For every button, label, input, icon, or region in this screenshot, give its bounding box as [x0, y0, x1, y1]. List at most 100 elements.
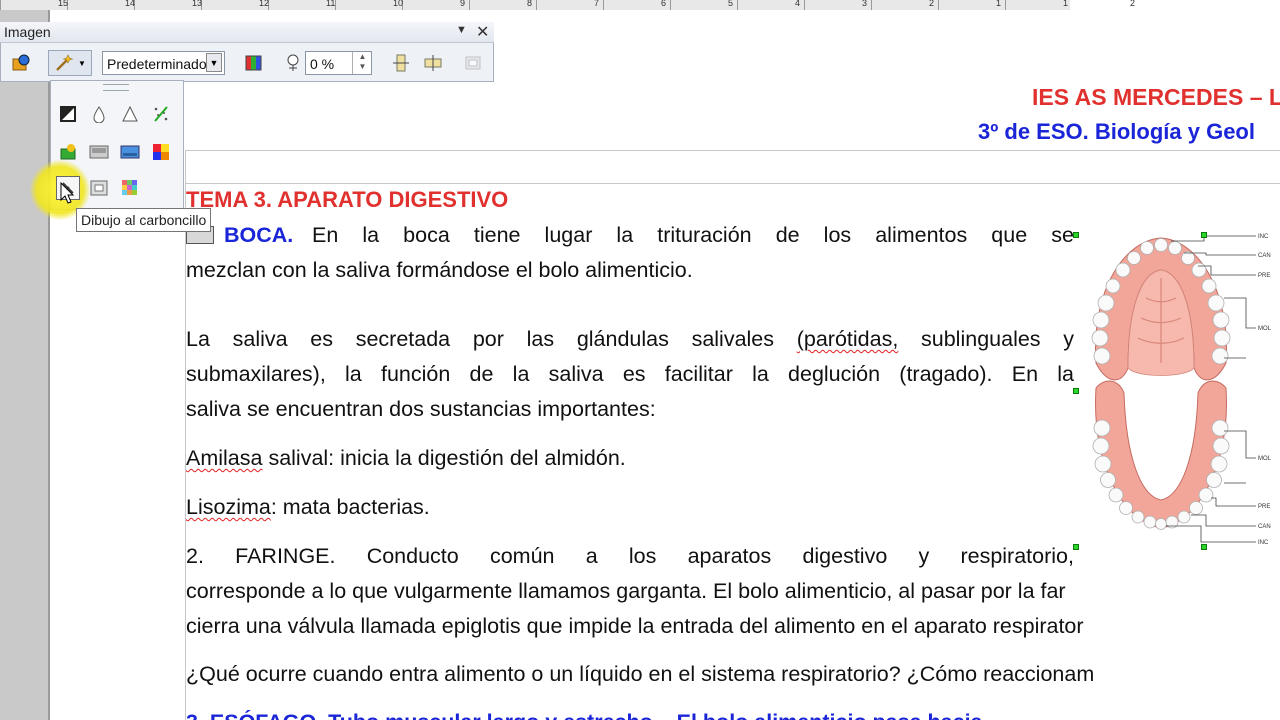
- transparency-icon: [287, 54, 299, 71]
- word: deglución: [788, 362, 881, 386]
- remove-noise-icon: [154, 106, 168, 122]
- word: secretada: [355, 327, 451, 351]
- remove-noise-filter[interactable]: [149, 102, 173, 126]
- pop-art-filter[interactable]: [149, 140, 173, 164]
- mosaic-filter[interactable]: [118, 176, 142, 200]
- lisozima-line[interactable]: Lisozima: mata bacterias.: [186, 495, 430, 519]
- aging-icon: [89, 145, 109, 159]
- image-toolbar-titlebar[interactable]: [0, 22, 494, 43]
- word: se: [1051, 223, 1074, 247]
- filter-button[interactable]: ▼: [48, 50, 92, 76]
- paragraph-faringe-line-1[interactable]: 2. FARINGE. Conducto común a los aparatos diges…: [186, 544, 1074, 568]
- flip-horizontal-button[interactable]: [420, 50, 446, 76]
- word: que: [991, 223, 1028, 247]
- spell-error-amilasa[interactable]: Amilasa: [186, 446, 262, 470]
- figure-label: CAN: [1258, 253, 1271, 259]
- solarization-icon: [60, 144, 76, 160]
- amilasa-line[interactable]: Amilasa salival: inicia la digestión del…: [186, 446, 626, 470]
- sharpen-filter[interactable]: [118, 102, 142, 126]
- word: la: [752, 362, 769, 386]
- filter-icon: [56, 54, 74, 71]
- mouse-pointer-icon: [60, 182, 75, 204]
- figure-label: CAN: [1258, 524, 1271, 530]
- word: la: [616, 223, 634, 247]
- color-button[interactable]: [240, 50, 266, 76]
- word: lugar: [544, 223, 593, 247]
- word: facilitar: [664, 362, 733, 386]
- selection-handle[interactable]: [1073, 544, 1079, 550]
- figure-label: INC: [1258, 234, 1269, 240]
- word: (tragado).: [899, 362, 993, 386]
- filter-tooltip: Dibujo al carboncillo: [76, 208, 212, 232]
- ruler-number: 14: [125, 0, 136, 8]
- word: la: [362, 223, 380, 247]
- text-top-guide: [185, 183, 1280, 184]
- boca-heading[interactable]: BOCA.: [224, 224, 293, 247]
- flip-horizontal-icon: [424, 55, 442, 71]
- crop-button[interactable]: [460, 50, 486, 76]
- ruler-number: 11: [326, 0, 336, 8]
- figure-label: MOL: [1258, 326, 1272, 332]
- question-line[interactable]: ¿Qué ocurre cuando entra alimento o un l…: [186, 663, 1094, 686]
- transparency-spinner[interactable]: ▲ ▼: [352, 52, 372, 74]
- word: la: [345, 362, 362, 386]
- word: saliva: [548, 362, 604, 386]
- ruler-number: 6: [661, 0, 667, 8]
- chevron-down-icon[interactable]: ▼: [206, 53, 222, 72]
- word: función: [380, 362, 451, 386]
- toolbar-options-button[interactable]: ▼: [456, 24, 467, 36]
- ruler-number: 7: [594, 0, 600, 8]
- paragraph-saliva-line-2[interactable]: submaxilares), la función de la saliva es facil…: [186, 362, 1074, 386]
- word: la: [1057, 362, 1074, 386]
- word: Conducto: [366, 544, 459, 568]
- word: (parótidas,: [796, 327, 899, 351]
- image-properties-button[interactable]: [8, 50, 34, 76]
- next-paragraph-clip: 3. ESÓFAGO. Tubo muscular largo y estrec…: [186, 710, 1280, 720]
- posterize-icon: [120, 145, 140, 159]
- ruler-number: 2: [1130, 0, 1136, 8]
- word: respiratorio,: [960, 544, 1074, 568]
- mosaic-icon: [122, 180, 137, 195]
- relief-filter[interactable]: [87, 176, 111, 200]
- selection-handle[interactable]: [1073, 388, 1079, 394]
- dropdown-grip[interactable]: [103, 84, 129, 91]
- paragraph-boca-line-1[interactable]: En la boca tiene lugar la trituración de los alim…: [312, 223, 1074, 247]
- ruler-number: 13: [192, 0, 203, 8]
- flip-vertical-button[interactable]: [388, 50, 414, 76]
- ruler-number: 8: [527, 0, 533, 8]
- invert-filter[interactable]: [56, 102, 80, 126]
- word: de: [469, 362, 494, 386]
- section-heading[interactable]: TEMA 3. APARATO DIGESTIVO: [186, 189, 508, 211]
- selection-handle[interactable]: [1073, 232, 1079, 238]
- word: sublinguales: [921, 327, 1041, 351]
- toolbar-close-button[interactable]: ✕: [476, 22, 489, 42]
- teeth-diagram-image[interactable]: INC CAN PRE MOL MOL PRE CAN INC: [1086, 228, 1280, 558]
- selection-handle[interactable]: [1201, 232, 1207, 238]
- paragraph-saliva-line-1[interactable]: La saliva es secretada por las glándulas saliva…: [186, 327, 1074, 351]
- paragraph-boca-line-2[interactable]: mezclan con la saliva formándose el bolo…: [186, 259, 693, 282]
- ruler-number: 9: [460, 0, 466, 8]
- pop-art-icon: [153, 144, 169, 160]
- word: alimentos: [875, 223, 968, 247]
- paragraph-saliva-line-3[interactable]: saliva se encuentran dos sustancias impo…: [186, 398, 656, 421]
- ruler-number: 3: [862, 0, 868, 8]
- selection-handle[interactable]: [1201, 544, 1207, 550]
- spell-error-lisozima[interactable]: Lisozima: [186, 495, 271, 519]
- word: de: [775, 223, 800, 247]
- paragraph-faringe-line-2[interactable]: corresponde a lo que vulgarmente llamamo…: [186, 580, 1066, 603]
- smooth-filter[interactable]: [87, 102, 111, 126]
- ruler-number: 1: [1063, 0, 1069, 8]
- ruler-number: 2: [929, 0, 935, 8]
- paragraph-faringe-line-3[interactable]: cierra una válvula llamada epiglotis que…: [186, 615, 1084, 638]
- figure-label: PRE: [1258, 504, 1270, 510]
- ruler-number: 1: [996, 0, 1002, 8]
- word: aparatos: [687, 544, 772, 568]
- word: por: [472, 327, 504, 351]
- figure-label: MOL: [1258, 456, 1272, 462]
- posterize-filter[interactable]: [118, 140, 142, 164]
- ruler-number: 10: [393, 0, 404, 8]
- chevron-down-icon: ▼: [78, 58, 86, 68]
- aging-filter[interactable]: [87, 140, 111, 164]
- image-properties-icon: [12, 54, 30, 71]
- word: 2.: [186, 544, 204, 568]
